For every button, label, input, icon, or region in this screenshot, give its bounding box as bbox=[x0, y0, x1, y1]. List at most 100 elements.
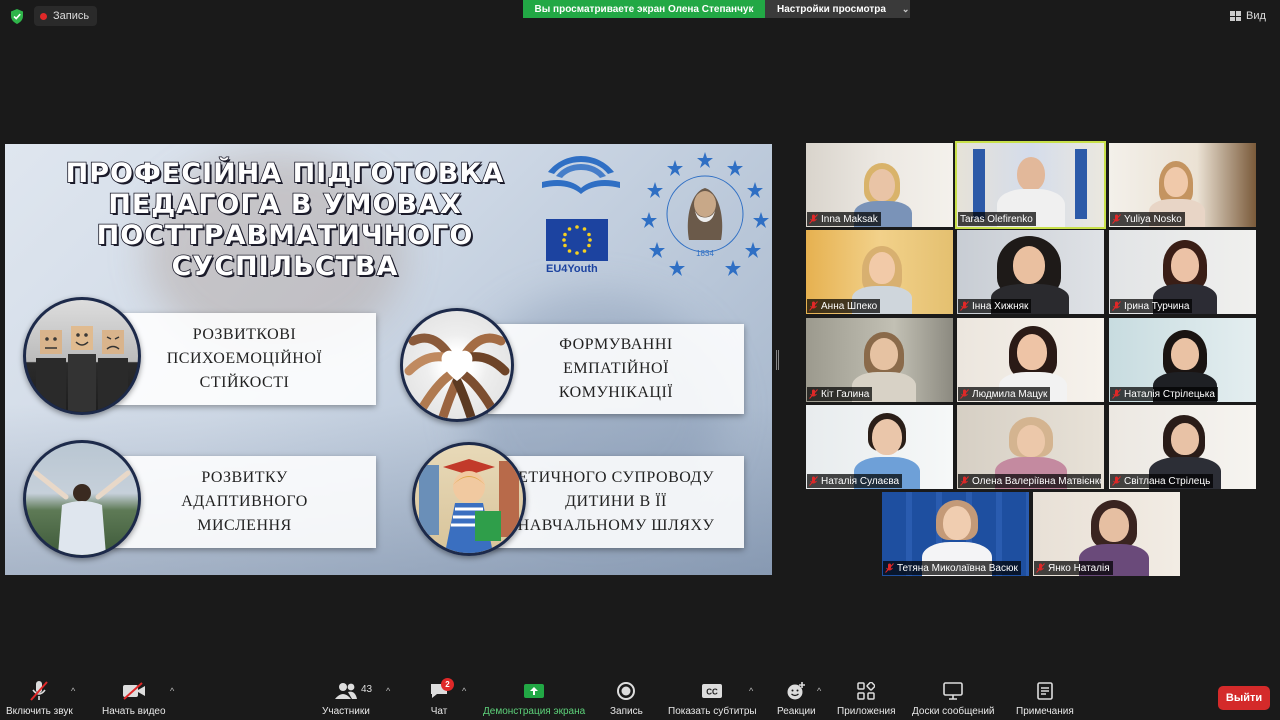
participant-face bbox=[1017, 334, 1047, 370]
participant-tile[interactable]: Yuliya Nosko bbox=[1109, 143, 1256, 227]
muted-mic-icon bbox=[960, 301, 969, 311]
whiteboards-button[interactable]: Доски сообщений bbox=[912, 679, 995, 717]
reactions-label: Реакции bbox=[777, 706, 816, 717]
participant-name: Taras Olefirenko bbox=[960, 213, 1033, 225]
participant-name-label: Кіт Галина bbox=[807, 387, 873, 401]
participant-face bbox=[869, 169, 895, 201]
start-video-button[interactable]: Начать видео bbox=[102, 679, 166, 717]
grid-view-icon bbox=[1230, 11, 1241, 21]
participant-name: Наталія Стрілецька bbox=[1124, 388, 1215, 400]
recording-label: Запись bbox=[53, 10, 90, 22]
slide-card-text: РОЗВИТКУ АДАПТИВНОГО МИСЛЕННЯ bbox=[181, 469, 308, 534]
participant-name: Інна Хижняк bbox=[972, 300, 1029, 312]
record-icon bbox=[617, 682, 636, 700]
participant-name: Inna Maksak bbox=[821, 213, 878, 225]
split-view-drag-handle[interactable] bbox=[776, 350, 779, 370]
participant-face bbox=[1164, 167, 1188, 197]
participant-tile[interactable]: Наталія Стрілецька bbox=[1109, 318, 1256, 402]
participant-tile[interactable]: Наталія Сулаєва bbox=[806, 405, 953, 489]
participant-name-label: Янко Наталія bbox=[1034, 561, 1113, 575]
participant-tile[interactable]: Тетяна Миколаївна Васюк bbox=[882, 492, 1029, 576]
leave-meeting-button[interactable]: Выйти bbox=[1218, 686, 1270, 710]
audio-options-chevron-icon[interactable]: ^ bbox=[71, 686, 75, 696]
muted-microphone-icon bbox=[30, 681, 49, 701]
participant-name: Людмила Мацук bbox=[972, 388, 1048, 400]
participant-face bbox=[1171, 423, 1199, 455]
apps-button[interactable]: Приложения bbox=[837, 679, 896, 717]
participant-name: Ірина Турчина bbox=[1124, 300, 1190, 312]
participant-tile-active-speaker[interactable]: Taras Olefirenko bbox=[955, 141, 1106, 229]
participant-name: Yuliya Nosko bbox=[1124, 213, 1182, 225]
participant-name: Янко Наталія bbox=[1048, 562, 1110, 574]
participant-tile[interactable]: Ірина Турчина bbox=[1109, 230, 1256, 314]
participant-tile[interactable]: Людмила Мацук bbox=[957, 318, 1104, 402]
muted-mic-icon bbox=[960, 476, 969, 486]
security-shield-icon[interactable] bbox=[10, 9, 24, 24]
participant-tile[interactable]: Кіт Галина bbox=[806, 318, 953, 402]
participants-options-chevron-icon[interactable]: ^ bbox=[386, 686, 390, 696]
recording-dot-icon bbox=[40, 12, 47, 20]
view-settings-dropdown[interactable]: Настройки просмотра ⌄ bbox=[765, 0, 910, 18]
muted-mic-icon bbox=[1112, 214, 1121, 224]
camera-off-icon bbox=[122, 682, 145, 700]
notes-button[interactable]: Примечания bbox=[1016, 679, 1074, 717]
eu4youth-label: EU4Youth bbox=[546, 263, 598, 275]
share-screen-icon bbox=[524, 684, 545, 698]
captions-options-chevron-icon[interactable]: ^ bbox=[749, 686, 753, 696]
emotions-faces-image bbox=[23, 297, 141, 415]
muted-mic-icon bbox=[960, 389, 969, 399]
participant-face bbox=[872, 419, 902, 455]
slide-card-adaptive-thinking: РОЗВИТКУ АДАПТИВНОГО МИСЛЕННЯ bbox=[113, 456, 376, 548]
chat-options-chevron-icon[interactable]: ^ bbox=[462, 686, 466, 696]
participant-name: Наталія Сулаєва bbox=[821, 475, 900, 487]
video-options-chevron-icon[interactable]: ^ bbox=[170, 686, 174, 696]
emblem-year: 1834 bbox=[696, 249, 714, 258]
participant-tile[interactable]: Олена Валеріївна Матвієнко bbox=[957, 405, 1104, 489]
share-screen-label: Демонстрация экрана bbox=[483, 706, 586, 717]
participant-name: Кіт Галина bbox=[821, 388, 870, 400]
university-book-logo bbox=[542, 156, 620, 194]
freedom-man-image bbox=[23, 440, 141, 558]
muted-mic-icon bbox=[809, 389, 818, 399]
reactions-button[interactable]: Реакции bbox=[777, 679, 816, 717]
slide-title-line: СУСПІЛЬСТВА bbox=[171, 250, 399, 283]
whiteboards-label: Доски сообщений bbox=[912, 706, 995, 717]
slide-title-line: ПРОФЕСІЙНА ПІДГОТОВКА bbox=[65, 157, 505, 190]
screen-share-banner: Вы просматриваете экран Олена Степанчук bbox=[523, 0, 765, 18]
view-button[interactable]: Вид bbox=[1230, 7, 1266, 25]
slide-card-empathy: ФОРМУВАННІ ЕМПАТІЙНОЇ КОМУНІКАЦІЇ bbox=[488, 324, 744, 414]
participant-face bbox=[943, 506, 971, 540]
participant-tile[interactable]: Inna Maksak bbox=[806, 143, 953, 227]
participant-tile[interactable]: Світлана Стрілець bbox=[1109, 405, 1256, 489]
eu-flag-icon bbox=[546, 219, 608, 261]
participant-tile[interactable]: Анна Шпеко bbox=[806, 230, 953, 314]
participant-name-label: Inna Maksak bbox=[807, 212, 881, 226]
chat-unread-badge: 2 bbox=[441, 678, 454, 691]
participant-name-label: Інна Хижняк bbox=[958, 299, 1032, 313]
participant-name-label: Ірина Турчина bbox=[1110, 299, 1193, 313]
participant-face bbox=[1171, 338, 1199, 370]
participant-name-label: Наталія Стрілецька bbox=[1110, 387, 1218, 401]
show-captions-label: Показать субтитры bbox=[668, 706, 757, 717]
participant-face bbox=[1099, 508, 1129, 542]
reactions-smiley-icon bbox=[787, 682, 806, 700]
captions-icon: CC bbox=[702, 684, 723, 698]
participant-tile[interactable]: Янко Наталія bbox=[1033, 492, 1180, 576]
hands-heart-image bbox=[400, 308, 514, 422]
slide-title-line: ПЕДАГОГА В УМОВАХ bbox=[107, 188, 462, 221]
view-label: Вид bbox=[1246, 10, 1266, 22]
share-screen-button[interactable]: Демонстрация экрана bbox=[483, 679, 585, 717]
participant-face bbox=[1017, 425, 1045, 457]
apps-label: Приложения bbox=[837, 706, 896, 717]
unmute-button[interactable]: Включить звук bbox=[6, 679, 73, 717]
chat-label: Чат bbox=[430, 706, 448, 717]
muted-mic-icon bbox=[1036, 563, 1045, 573]
flag-decor bbox=[1075, 149, 1087, 219]
record-button[interactable]: Запись bbox=[610, 679, 643, 717]
participant-tile[interactable]: Інна Хижняк bbox=[957, 230, 1104, 314]
show-captions-button[interactable]: CC Показать субтитры bbox=[668, 679, 757, 717]
muted-mic-icon bbox=[809, 301, 818, 311]
recording-indicator[interactable]: Запись bbox=[34, 6, 98, 26]
slide-card-text: ФОРМУВАННІ ЕМПАТІЙНОЇ КОМУНІКАЦІЇ bbox=[558, 336, 674, 401]
reactions-options-chevron-icon[interactable]: ^ bbox=[817, 686, 821, 696]
